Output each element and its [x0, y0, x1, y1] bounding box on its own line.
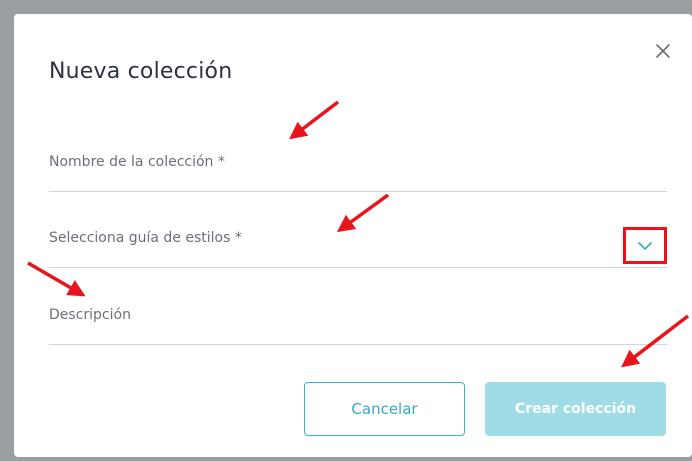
- cancel-button[interactable]: Cancelar: [304, 382, 465, 436]
- collection-name-label: Nombre de la colección *: [49, 154, 225, 170]
- create-collection-button[interactable]: Crear colección: [485, 382, 666, 436]
- style-guide-dropdown-toggle[interactable]: [623, 227, 667, 264]
- new-collection-dialog: Nueva colección Nombre de la colección *…: [14, 14, 692, 457]
- close-icon: [656, 44, 670, 58]
- chevron-down-icon: [638, 241, 652, 250]
- style-guide-select[interactable]: Selecciona guía de estilos *: [49, 228, 667, 268]
- collection-name-field[interactable]: Nombre de la colección *: [49, 151, 667, 192]
- description-label: Descripción: [49, 307, 131, 323]
- style-guide-label: Selecciona guía de estilos *: [49, 230, 242, 246]
- description-field[interactable]: Descripción: [49, 304, 667, 345]
- dialog-title: Nueva colección: [49, 59, 233, 84]
- close-button[interactable]: [652, 40, 674, 62]
